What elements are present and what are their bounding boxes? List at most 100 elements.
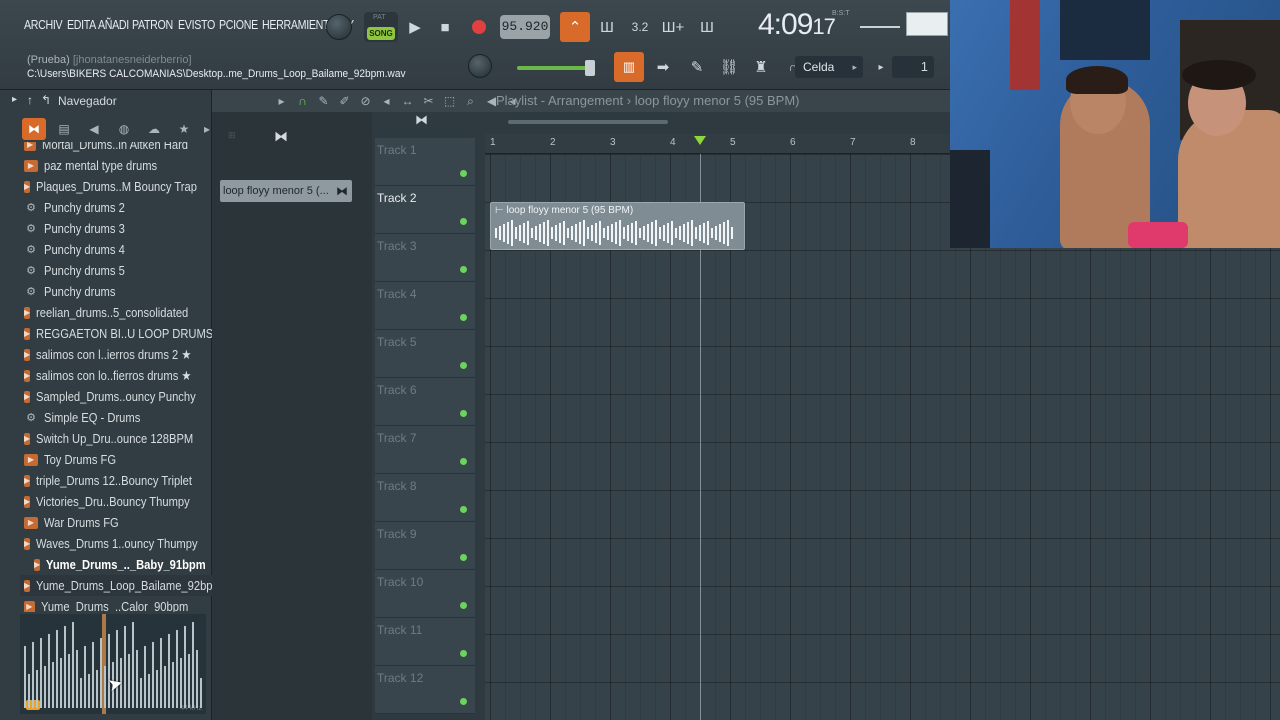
track-header[interactable]: Track 11 [375, 618, 475, 666]
snap-selector[interactable]: Celda ▸ [795, 56, 863, 78]
file-list-item[interactable]: ▶ Yume_Drums_Loop_Bailame_92bpm ☆ [20, 575, 212, 596]
file-list-item[interactable]: ⚙ Punchy drums 3 [20, 218, 212, 239]
file-list-item[interactable]: ▶ salimos con lo..fierros drums ★ [20, 365, 212, 386]
menu-opciones[interactable]: PCIONE [219, 17, 258, 32]
track-mute-led[interactable] [460, 602, 467, 609]
file-list-item[interactable]: ▶ Plaques_Drums..M Bouncy Trap [20, 176, 212, 197]
track-header[interactable]: Track 5 [375, 330, 475, 378]
countdown-button[interactable]: 3.2 [625, 12, 655, 42]
link-button[interactable]: ⛓ [714, 52, 744, 82]
track-header[interactable]: Track 2 [375, 186, 475, 234]
menu-anadir[interactable]: AÑADI [98, 17, 129, 32]
slice-icon[interactable]: ✂ [419, 92, 438, 110]
piano-roll-button[interactable]: ▥ [614, 52, 644, 82]
track-mute-led[interactable] [460, 218, 467, 225]
browser-up-icon[interactable]: ↑ [27, 93, 33, 107]
track-mute-led[interactable] [460, 554, 467, 561]
menu-archivo[interactable]: ARCHIV [24, 17, 63, 32]
browser-tab-cloud[interactable]: ☁ [142, 118, 166, 140]
file-list-item[interactable]: ▶ Sampled_Drums..ouncy Punchy [20, 386, 212, 407]
track-mute-led[interactable] [460, 266, 467, 273]
draw-icon[interactable]: ✎ [314, 92, 333, 110]
picker-clip[interactable]: loop floyy menor 5 (... ⧓ [220, 180, 352, 202]
play-button[interactable]: ▶ [400, 12, 430, 42]
track-header[interactable]: Track 3 [375, 234, 475, 282]
draw-tool-button[interactable]: ✎ [682, 52, 712, 82]
mute-icon[interactable]: ◂ [377, 92, 396, 110]
browser-tab-all[interactable]: ⧓ [22, 118, 46, 140]
blend-button[interactable]: Ш [692, 12, 722, 42]
sample-preview[interactable]: 44 kHz [20, 614, 206, 714]
slip-icon[interactable]: ↔ [398, 92, 417, 110]
stop-button[interactable]: ■ [430, 12, 460, 42]
browser-back-icon[interactable]: ↰ [41, 93, 51, 107]
file-list-item[interactable]: ⚙ Punchy drums [20, 281, 212, 302]
file-list-item[interactable]: ▶ Toy Drums FG [20, 449, 212, 470]
browser-tab-project[interactable]: ▤ [52, 118, 76, 140]
master-volume-knob[interactable] [468, 54, 492, 78]
track-header[interactable]: Track 12 [375, 666, 475, 714]
track-mute-led[interactable] [460, 170, 467, 177]
track-mute-led[interactable] [460, 362, 467, 369]
file-list-item[interactable]: ▶ Victories_Dru..Bouncy Thumpy [20, 491, 212, 512]
song-position-marker[interactable] [694, 136, 706, 145]
magnet-snap-icon[interactable]: ∩ [293, 92, 312, 110]
file-list-item[interactable]: ▶ Waves_Drums 1..ouncy Thumpy [20, 533, 212, 554]
file-list-item[interactable]: ⚙ Punchy drums 4 [20, 239, 212, 260]
file-list-item[interactable]: ▶ Yume_Drums_.._Baby_91bpm [20, 554, 212, 575]
track-header[interactable]: Track 10 [375, 570, 475, 618]
browser-tab-plugins[interactable]: ◍ [112, 118, 136, 140]
tempo-display[interactable]: 95.920 [500, 15, 550, 39]
track-header[interactable]: Track 7 [375, 426, 475, 474]
browser-tab-favorites[interactable]: ★ [172, 118, 196, 140]
menu-patron[interactable]: PATRON [132, 17, 173, 32]
file-list-item[interactable]: ⚙ Simple EQ - Drums [20, 407, 212, 428]
pat-song-toggle[interactable]: PAT SONG [364, 12, 398, 42]
browser-tab-more[interactable]: ▸ [202, 118, 212, 140]
track-mute-led[interactable] [460, 506, 467, 513]
waveform-add-icon[interactable]: ⧓ [274, 128, 288, 145]
track-mute-led[interactable] [460, 314, 467, 321]
track-mute-led[interactable] [460, 458, 467, 465]
track-header[interactable]: Track 1 [375, 138, 475, 186]
menu-ver[interactable]: EVISTO [178, 17, 215, 32]
pattern-selector[interactable]: 1 [892, 56, 934, 78]
song-position-clock[interactable]: 4:0917 [758, 8, 836, 42]
horizontal-scrollbar[interactable] [508, 120, 668, 124]
wait-for-input-button[interactable]: Ш [592, 12, 622, 42]
track-mute-led[interactable] [460, 410, 467, 417]
track-header[interactable]: Track 8 [375, 474, 475, 522]
file-list-item[interactable]: ▶ REGGAETON BI..U LOOP DRUMS [20, 323, 212, 344]
file-list-item[interactable]: ▶ reelian_drums..5_consolidated [20, 302, 212, 323]
delete-icon[interactable]: ⊘ [356, 92, 375, 110]
master-pitch-knob[interactable] [326, 14, 352, 40]
file-list-item[interactable]: ▶ triple_Drums 12..Bouncy Triplet [20, 470, 212, 491]
stamp-button[interactable]: ♜ [746, 52, 776, 82]
file-list-item[interactable]: ▶ Switch Up_Dru..ounce 128BPM [20, 428, 212, 449]
master-volume-thumb[interactable] [585, 60, 595, 76]
menu-herramientas[interactable]: HERRAMIENTA [262, 17, 336, 32]
paint-icon[interactable]: ✐ [335, 92, 354, 110]
step-edit-button[interactable]: Ш+ [658, 12, 688, 42]
browser-collapse-icon[interactable]: ▸ [12, 94, 17, 105]
record-button[interactable] [464, 12, 494, 42]
master-volume-slider[interactable] [517, 60, 595, 76]
select-icon[interactable]: ⬚ [440, 92, 459, 110]
track-header[interactable]: Track 9 [375, 522, 475, 570]
menu-editar[interactable]: EDITA [67, 17, 96, 32]
file-list-item[interactable]: ▶ paz mental type drums [20, 155, 212, 176]
playlist-menu-icon[interactable]: ▸ [272, 92, 291, 110]
track-mute-led[interactable] [460, 698, 467, 705]
file-list-item[interactable]: ⚙ Punchy drums 5 [20, 260, 212, 281]
file-list-item[interactable]: ▶ salimos con l..ierros drums 2 ★ [20, 344, 212, 365]
file-list-item[interactable]: ▶ Mortal_Drums..in Aitken Hard [20, 142, 212, 155]
next-button[interactable]: ➡ [648, 52, 678, 82]
audio-clip[interactable]: ⊢ loop floyy menor 5 (95 BPM) [490, 202, 745, 250]
waveform-icon-ctrl[interactable]: ⧓ [415, 112, 428, 128]
track-header[interactable]: Track 6 [375, 378, 475, 426]
zoom-icon[interactable]: ⌕ [461, 92, 480, 110]
file-list-item[interactable]: ▶ Yume_Drums_..Calor_90bpm [20, 596, 212, 612]
file-list-item[interactable]: ⚙ Punchy drums 2 [20, 197, 212, 218]
track-mute-led[interactable] [460, 650, 467, 657]
metronome-button[interactable]: ⌃ [560, 12, 590, 42]
